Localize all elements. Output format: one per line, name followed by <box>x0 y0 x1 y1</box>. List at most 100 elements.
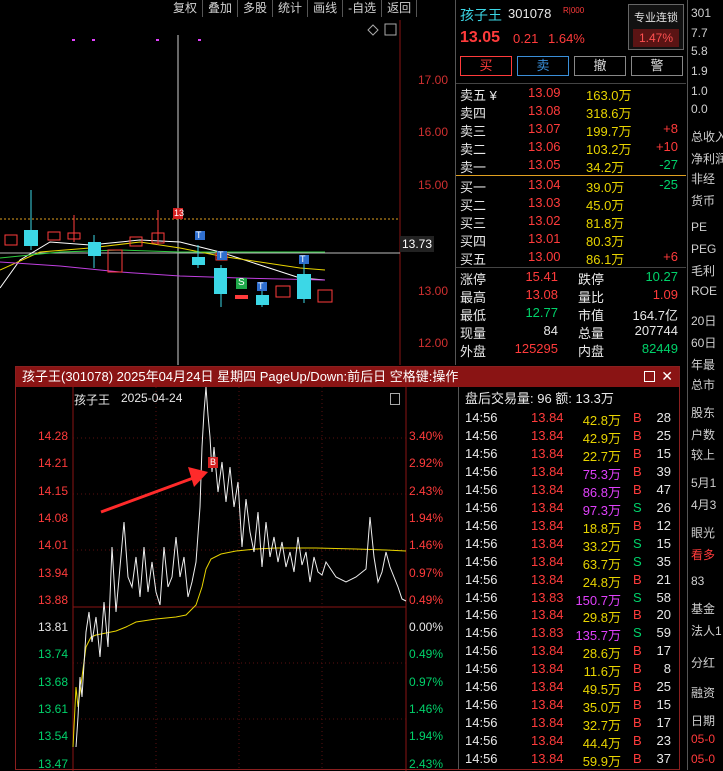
trade-row[interactable]: 14:56 13.84 59.9万 B 37 <box>459 751 679 769</box>
kline-tick: 12.00 <box>418 336 449 350</box>
pro-button-label: 专业连锁 <box>634 12 678 24</box>
buy-marker[interactable]: B <box>210 457 216 467</box>
kline-marker-t3[interactable]: T <box>258 281 264 291</box>
trade-side: B <box>633 679 642 695</box>
alert-button[interactable]: 警 <box>631 56 683 76</box>
trade-amount: 18.8万 <box>582 520 621 536</box>
price-tick: 13.54 <box>38 729 69 744</box>
trade-list[interactable]: 盘后交易量: 96 额: 13.3万 14:56 13.84 42.8万 B 28 14:… <box>458 387 679 769</box>
trade-time: 14:56 <box>465 733 498 749</box>
trade-row[interactable]: 14:56 13.84 29.8万 B 20 <box>459 607 679 625</box>
sell-level-row[interactable]: 卖五 ¥ 13.09 163.0万 <box>456 85 686 103</box>
sell-level-row[interactable]: 卖四 13.08 318.6万 <box>456 103 686 121</box>
trade-price: 13.84 <box>531 535 564 551</box>
stat-label: 外盘 <box>460 344 487 359</box>
sidebar-text: 日期 <box>691 714 716 728</box>
trade-time: 14:56 <box>465 535 498 551</box>
buy-level-row[interactable]: 买三 13.02 81.8万 <box>456 213 686 231</box>
trade-row[interactable]: 14:56 13.84 44.4万 B 23 <box>459 733 679 751</box>
trade-amount: 44.4万 <box>582 736 621 752</box>
buy-level-row[interactable]: 买五 13.00 86.1万 +6 <box>456 249 686 267</box>
kline-marker-t4[interactable]: T <box>300 254 306 264</box>
pct-tick: 3.40% <box>409 429 444 443</box>
sidebar-text: 股东 <box>691 406 716 420</box>
kline-marker-t1[interactable]: T <box>196 230 202 240</box>
trade-amount: 28.6万 <box>582 646 621 662</box>
kline-marker-13[interactable]: 13 <box>174 208 184 218</box>
trade-amount: 150.7万 <box>575 592 621 608</box>
pct-tick: 0.00% <box>409 620 444 635</box>
toolbar-item[interactable]: 返回 <box>382 0 418 17</box>
trade-row[interactable]: 14:56 13.84 18.8万 B 12 <box>459 518 679 536</box>
sidebar-text: 年最 <box>691 358 716 372</box>
trade-row[interactable]: 14:56 13.84 75.3万 B 39 <box>459 464 679 482</box>
buy-level-row[interactable]: 买二 13.03 45.0万 <box>456 195 686 213</box>
buy-button[interactable]: 买 <box>460 56 512 76</box>
trade-row[interactable]: 14:56 13.84 63.7万 S 35 <box>459 554 679 572</box>
trade-row[interactable]: 14:56 13.84 42.8万 B 28 <box>459 410 679 428</box>
current-price: 13.05 <box>460 29 501 46</box>
sidebar-text: 较上 <box>691 448 716 462</box>
kline-marker-t2[interactable]: T <box>218 250 224 260</box>
trade-row[interactable]: 14:56 13.84 22.7万 B 15 <box>459 446 679 464</box>
buy-level-row[interactable]: 买四 13.01 80.3万 <box>456 231 686 249</box>
toolbar-item[interactable]: 画线 <box>308 0 344 17</box>
trade-amount: 35.0万 <box>582 700 621 716</box>
trade-row[interactable]: 14:56 13.84 97.3万 S 26 <box>459 500 679 518</box>
trade-row[interactable]: 14:56 13.84 42.9万 B 25 <box>459 428 679 446</box>
trade-time: 14:56 <box>465 481 498 497</box>
toolbar-item[interactable]: 叠加 <box>203 0 239 17</box>
trade-amount: 86.8万 <box>582 484 621 500</box>
sidebar-text: 非经 <box>691 172 716 186</box>
stats-row: 外盘 125295 内盘 82449 <box>456 341 686 359</box>
stat-label: 内盘 <box>578 344 605 359</box>
trade-row[interactable]: 14:56 13.84 32.7万 B 17 <box>459 715 679 733</box>
trade-side: S <box>633 553 642 569</box>
level-price: 13.02 <box>528 213 561 228</box>
kline-tick: 13.00 <box>418 284 449 298</box>
close-icon[interactable]: ✕ <box>661 368 673 384</box>
toolbar-item[interactable]: 统计 <box>273 0 309 17</box>
sidebar-text: 05-0 <box>691 752 716 766</box>
sell-level-row[interactable]: 卖二 13.06 103.2万 +10 <box>456 139 686 157</box>
pct-tick: 1.94% <box>409 510 444 525</box>
trade-price: 13.84 <box>531 607 564 623</box>
price-tick: 13.61 <box>38 702 69 716</box>
sell-level-row[interactable]: 卖三 13.07 199.7万 +8 <box>456 121 686 139</box>
buy-level-row[interactable]: 买一 13.04 39.0万 -25 <box>456 177 686 195</box>
kline-chart[interactable]: 13 T T T S T 17.00 16.00 15.00 13.00 12.… <box>0 20 455 365</box>
toolbar-item[interactable]: 复权 <box>168 0 204 17</box>
stat-value: 125295 <box>514 341 558 356</box>
sell-button[interactable]: 卖 <box>517 56 569 76</box>
kline-marker-s[interactable]: S <box>238 277 245 288</box>
stat-label: 量比 <box>578 290 605 305</box>
trade-row[interactable]: 14:56 13.84 35.0万 B 15 <box>459 697 679 715</box>
trade-side: S <box>633 589 642 605</box>
trade-row[interactable]: 14:56 13.83 135.7万 S 59 <box>459 625 679 643</box>
trade-row[interactable]: 14:56 13.84 24.8万 B 21 <box>459 572 679 590</box>
trade-row[interactable]: 14:56 13.83 150.7万 S 58 <box>459 590 679 608</box>
trade-price: 13.84 <box>531 751 564 767</box>
trade-price: 13.83 <box>531 625 564 641</box>
pct-tick: 1.46% <box>409 702 444 716</box>
level-label: 买四 <box>460 234 487 249</box>
maximize-icon[interactable] <box>644 371 655 382</box>
sidebar-text: 法人1 <box>691 624 722 638</box>
trade-row[interactable]: 14:56 13.84 33.2万 S 15 <box>459 536 679 554</box>
trade-amount: 33.2万 <box>582 538 621 554</box>
trade-row[interactable]: 14:56 13.84 11.6万 B 8 <box>459 661 679 679</box>
trade-row[interactable]: 14:56 13.84 86.8万 B 47 <box>459 482 679 500</box>
trade-price: 13.84 <box>531 571 564 587</box>
level-price: 13.05 <box>528 157 561 172</box>
toolbar-item[interactable]: -自选 <box>343 0 383 17</box>
toolbar-item[interactable]: 多股 <box>238 0 274 17</box>
cancel-order-button[interactable]: 撤 <box>574 56 626 76</box>
trade-row[interactable]: 14:56 13.84 49.5万 B 25 <box>459 679 679 697</box>
pro-button[interactable]: 专业连锁 1.47% <box>628 4 684 50</box>
intraday-popup[interactable]: 孩子王(301078) 2025年04月24日 星期四 PageUp/Down:… <box>15 366 680 771</box>
trade-amount: 49.5万 <box>582 682 621 698</box>
trade-side: B <box>633 427 642 443</box>
sell-level-row[interactable]: 卖一 13.05 34.2万 -27 <box>456 157 686 175</box>
trade-row[interactable]: 14:56 13.84 28.6万 B 17 <box>459 643 679 661</box>
trade-side: B <box>633 481 642 497</box>
